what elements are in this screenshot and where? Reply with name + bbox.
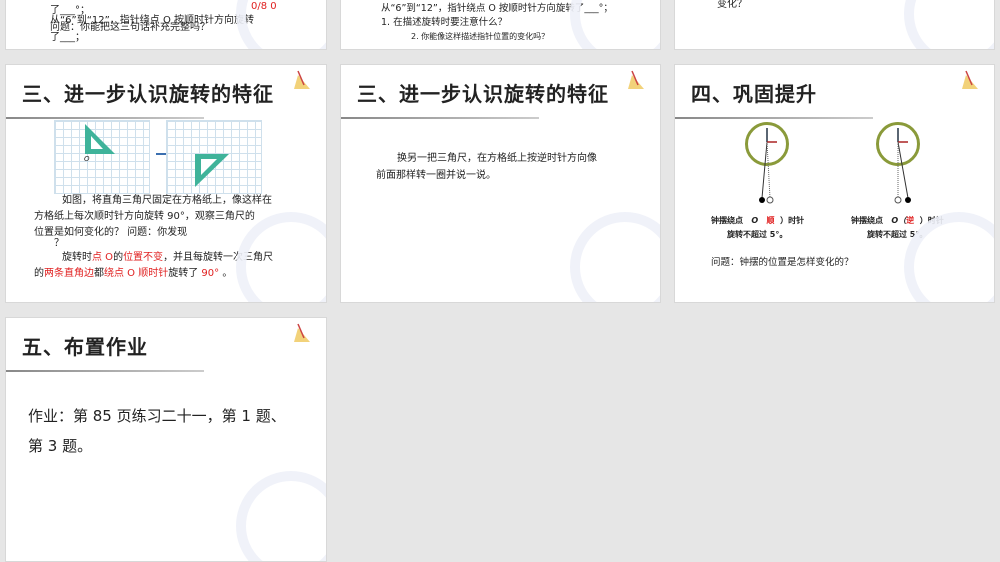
watermark-icon [904, 0, 994, 49]
compass-ruler-icon [294, 70, 310, 89]
slide-title: 三、进一步认识旋转的特征 [22, 82, 274, 106]
slide-thumbnail-7[interactable]: 五、布置作业 作业：第 85 页练习二十一，第 1 题、 第 3 题。 [5, 317, 327, 562]
pendulum-counterclockwise-icon [894, 128, 911, 204]
grid-paper-before [54, 120, 150, 194]
slide-title: 三、进一步认识旋转的特征 [357, 82, 609, 106]
compass-ruler-icon [962, 70, 978, 89]
slide-thumbnail-3[interactable]: 变化？ [674, 0, 995, 50]
point-o-label: O [84, 155, 90, 163]
slide-text: 变化？ [717, 0, 747, 10]
paragraph: 换另一把三角尺，在方格纸上按逆时针方向像 [397, 153, 597, 164]
watermark-icon [236, 212, 326, 302]
arrow-right-icon [156, 153, 166, 155]
watermark-icon [570, 0, 660, 49]
question: 问题：钟摆的位置是怎样变化的？ [711, 257, 854, 268]
slide-title: 四、巩固提升 [691, 82, 817, 106]
watermark-icon [236, 0, 326, 49]
answer-line-2: 的两条直角边都绕点 O 顺时针旋转了 90° 。 [34, 268, 233, 279]
compass-ruler-icon [294, 323, 310, 342]
paragraph: 如图，将直角三角尺固定在方格纸上，像这样在 [62, 195, 272, 206]
paragraph: 前面那样转一圈并说一说。 [376, 170, 496, 181]
slide-text: 2. 你能像这样描述指针位置的变化吗？ [411, 32, 550, 41]
title-divider [6, 117, 205, 119]
slide-thumbnail-6[interactable]: 四、巩固提升 钟摆绕点 O 顺 ）时针 旋转不超过 5°。 钟摆绕点 O（逆 ）… [674, 64, 995, 303]
compass-ruler-icon [628, 70, 644, 89]
slide-title: 五、布置作业 [22, 335, 148, 359]
slide-thumbnail-2[interactable]: 从“6”到“12”，指针绕点 O 按顺时针方向旋转了___°； 1. 在描述旋转… [340, 0, 661, 50]
homework-line-1: 作业：第 85 页练习二十一，第 1 题、 [28, 407, 286, 425]
triangle-ruler-rotated-icon [195, 154, 229, 187]
grid-paper-after [166, 120, 262, 194]
watermark-icon [236, 471, 326, 561]
slide-text: 了___； [50, 32, 85, 43]
slide-thumbnail-1[interactable]: 了___°； 从“6”到“12”，指针绕点 O 按顺时针方向旋转 问题：你能把这… [5, 0, 327, 50]
title-divider [341, 117, 539, 119]
clock-caption-1-limit: 旋转不超过 5°。 [727, 230, 788, 239]
homework-line-2: 第 3 题。 [28, 437, 93, 455]
slide-thumbnail-5[interactable]: 三、进一步认识旋转的特征 换另一把三角尺，在方格纸上按逆时针方向像 前面那样转一… [340, 64, 661, 303]
slide-thumbnail-4[interactable]: 三、进一步认识旋转的特征 O 如图，将直角三角尺固定在方格纸上，像这样在 方格纸… [5, 64, 327, 303]
paragraph: 方格纸上每次顺时针方向旋转 90°，观察三角尺的 [34, 211, 255, 222]
watermark-icon [570, 212, 660, 302]
title-divider [6, 370, 205, 372]
pendulum-clockwise-icon [759, 128, 777, 204]
triangle-ruler-icon [85, 124, 115, 154]
title-divider [675, 117, 873, 119]
